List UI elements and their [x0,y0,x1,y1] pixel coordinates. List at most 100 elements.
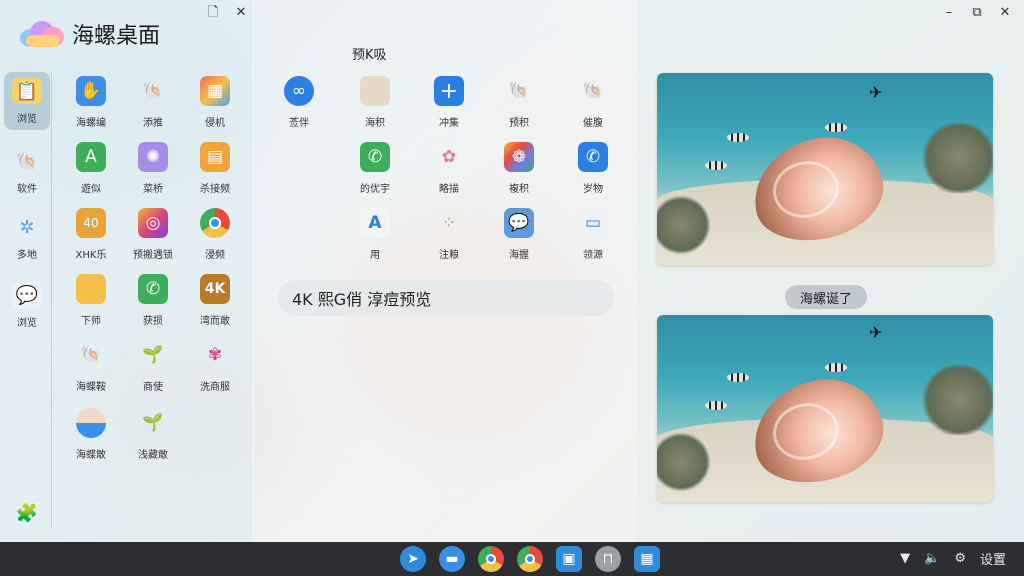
app-tile[interactable]: ⁘ 注粮 [414,208,484,261]
app-tile[interactable]: ✆ 获损 [118,274,188,327]
dock: ➤ ▬ ▣ ⊓ ▦ [400,546,660,572]
coral [657,195,711,255]
app-label: 注粮 [439,250,459,261]
app-tile[interactable]: ▭ 领源 [558,208,628,261]
app-tile[interactable]: A 遊似 [56,142,126,195]
category-label: 浏览 [17,318,37,329]
app-tile[interactable]: 海蝶敢 [56,408,126,461]
coral [919,365,993,435]
app-label: 用 [370,250,380,261]
app-tile[interactable]: A 用 [340,208,410,261]
app-tile[interactable]: ▤ 杀接频 [180,142,250,195]
category-browse[interactable]: 📋 浏览 [4,72,50,130]
app-tile[interactable]: 浸频 [180,208,250,261]
preview-bar[interactable]: 4K 熙G俏 淳痘预览 [278,280,614,316]
pin-icon[interactable]: ➤ [400,546,426,572]
wallpaper-thumbnail[interactable]: ✈ [657,315,993,502]
contact-icon: A [76,142,106,172]
wallpaper-thumbnail[interactable]: ✈ [657,73,993,265]
notes-icon: 📋 [12,78,42,104]
app-label: 领源 [583,250,603,261]
shell-icon: 🐚 [142,81,164,101]
app-tile[interactable]: 🐚 海蝶鞍 [56,340,126,393]
app-title: 海螺桌面 [72,24,161,49]
category-rail: 📋 浏览 🐚 软件 ✲ 多地 💬 浏览 🧩 [4,72,52,528]
settings-icon[interactable]: ⚙ [954,551,966,566]
app-tile[interactable]: ✆ 的优宇 [340,142,410,195]
chrome-icon[interactable] [478,546,504,572]
cloud-logo-icon [20,19,66,49]
app-tile[interactable]: 🐚 催腹 [558,76,628,129]
app-tile[interactable]: 40 XHK乐 [56,208,126,261]
phone-icon: ✆ [138,274,168,304]
app-tile[interactable]: 🐚 添推 [118,76,188,129]
shell-icon: 🐚 [582,81,604,101]
system-tray: ▼ 🔈 ⚙ 设置 [900,549,1006,568]
app-label: 侵机 [205,118,225,129]
app-label: 浸频 [205,250,225,261]
app-label: 海握 [509,250,529,261]
app-tile[interactable]: ✾ 洗商服 [180,340,250,393]
fish [727,133,749,142]
shell-icon [76,408,106,438]
category-multi[interactable]: ✲ 多地 [4,208,50,266]
app-tile[interactable]: ∞ 莶伴 [264,76,334,129]
calendar-icon: 40 [76,208,106,238]
category-label: 软件 [17,184,37,195]
nodes-icon: ⁘ [441,213,457,233]
chat-icon[interactable]: ▬ [439,546,465,572]
a-icon: A [360,208,390,238]
app-tile[interactable]: 下师 [56,274,126,327]
app-tile[interactable]: 🌱 商使 [118,340,188,393]
app-tile[interactable]: 🐚 预积 [484,76,554,129]
app-tile[interactable]: 🌱 浅藏敢 [118,408,188,461]
app-label: 複积 [509,184,529,195]
app-tile[interactable]: ✺ 菜桥 [118,142,188,195]
app-tile[interactable]: + 冲集 [414,76,484,129]
card-icon: ▭ [578,208,608,238]
fish [825,123,847,132]
photos-icon: ❁ [504,142,534,172]
maximize-icon[interactable]: ⧉ [970,6,984,20]
stool-icon[interactable]: ⊓ [595,546,621,572]
settings-label[interactable]: 设置 [980,549,1006,568]
shell-icon: 🐚 [80,345,102,365]
volume-icon[interactable]: 🔈 [924,551,940,566]
app-tile[interactable]: ◎ 预搬遇锁 [118,208,188,261]
4k-icon: 4K [200,274,230,304]
fish [705,161,727,170]
app-tile[interactable]: ❁ 複积 [484,142,554,195]
app-label: 浅藏敢 [138,450,168,461]
apply-wallpaper-button[interactable]: 海螺诞了 [785,285,867,309]
app-tile[interactable]: ✋ 海螺编 [56,76,126,129]
chrome-icon [200,208,230,238]
chat-icon: 💬 [12,282,42,308]
store-icon[interactable]: ▣ [556,546,582,572]
category-browse-2[interactable]: 💬 浏览 [4,276,50,334]
plus-icon: + [434,76,464,106]
app-label: 海蝶鞍 [76,382,106,393]
app-tile[interactable]: 💬 海握 [484,208,554,261]
chrome-icon[interactable] [517,546,543,572]
app-tile[interactable]: ✿ 略描 [414,142,484,195]
app-label: 杀接频 [200,184,230,195]
app-tile[interactable]: ▦ 侵机 [180,76,250,129]
launcher-window-controls: 🗋 ✕ [206,6,248,20]
app-label: 的优宇 [360,184,390,195]
plant-icon: 🌱 [142,345,164,365]
app-tile[interactable]: 海积 [340,76,410,129]
app-label: 催腹 [583,118,603,129]
close-icon[interactable]: ✕ [998,6,1012,20]
app-label: 海蝶敢 [76,450,106,461]
app-tile[interactable]: ✆ 岁物 [558,142,628,195]
category-software[interactable]: 🐚 软件 [4,142,50,200]
minimize-icon[interactable]: – [942,6,956,20]
close-icon[interactable]: ✕ [234,6,248,20]
sun-icon: ✺ [138,142,168,172]
app-label: 预搬遇锁 [133,250,173,261]
puzzle-button[interactable]: 🧩 [4,498,50,526]
wifi-icon[interactable]: ▼ [900,551,910,566]
calc-icon[interactable]: ▦ [634,546,660,572]
app-tile[interactable]: 4K 湾而敢 [180,274,250,327]
restore-icon[interactable]: 🗋 [206,6,220,20]
